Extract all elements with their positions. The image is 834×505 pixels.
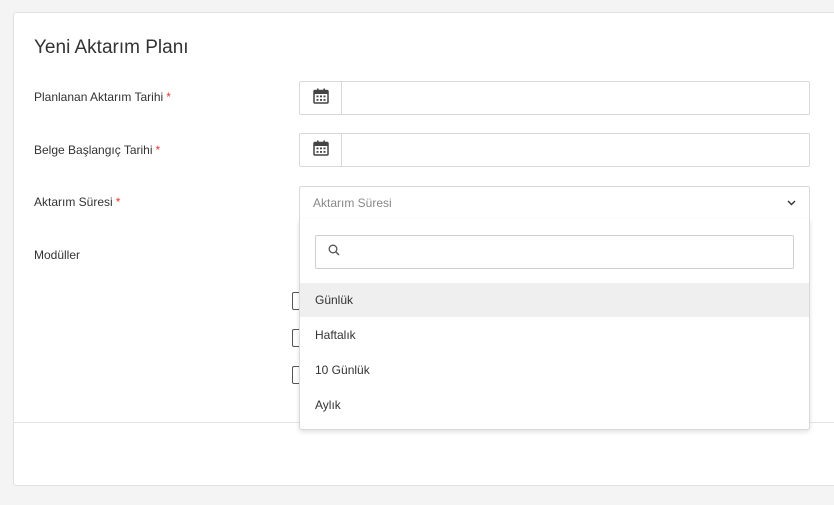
document-start-date-label: Belge Başlangıç Tarihi * bbox=[34, 143, 160, 157]
transfer-period-placeholder: Aktarım Süresi bbox=[313, 196, 392, 210]
planned-date-label: Planlanan Aktarım Tarihi * bbox=[34, 90, 171, 104]
form-card: Yeni Aktarım Planı Planlanan Aktarım Tar… bbox=[13, 12, 834, 486]
dropdown-options: Günlük Haftalık 10 Günlük Aylık bbox=[300, 283, 809, 423]
calendar-icon bbox=[312, 88, 329, 109]
transfer-period-label-text: Aktarım Süresi bbox=[34, 195, 113, 209]
chevron-down-icon bbox=[786, 198, 796, 208]
dropdown-search-box bbox=[315, 235, 794, 269]
dropdown-option-weekly[interactable]: Haftalık bbox=[300, 318, 809, 352]
required-asterisk: * bbox=[166, 90, 171, 104]
planned-date-label-text: Planlanan Aktarım Tarihi bbox=[34, 90, 164, 104]
document-start-date-field bbox=[299, 133, 810, 167]
planned-date-field bbox=[299, 81, 810, 115]
dropdown-option-daily[interactable]: Günlük bbox=[300, 283, 809, 317]
search-icon bbox=[328, 243, 340, 261]
required-asterisk: * bbox=[155, 143, 161, 157]
required-asterisk: * bbox=[115, 195, 121, 209]
dropdown-option-10-days[interactable]: 10 Günlük bbox=[300, 353, 809, 387]
transfer-period-dropdown: Günlük Haftalık 10 Günlük Aylık bbox=[299, 219, 810, 430]
planned-date-calendar-button[interactable] bbox=[300, 82, 342, 114]
planned-date-input[interactable] bbox=[342, 82, 809, 114]
page-title: Yeni Aktarım Planı bbox=[34, 37, 189, 58]
calendar-icon bbox=[312, 140, 329, 161]
document-start-date-label-text: Belge Başlangıç Tarihi bbox=[34, 143, 153, 157]
transfer-period-select[interactable]: Aktarım Süresi bbox=[299, 186, 810, 220]
modules-label: Modüller bbox=[34, 248, 81, 262]
document-start-date-calendar-button[interactable] bbox=[300, 134, 342, 166]
dropdown-search-input[interactable] bbox=[340, 236, 793, 268]
transfer-period-label: Aktarım Süresi * bbox=[34, 195, 120, 209]
document-start-date-input[interactable] bbox=[342, 134, 809, 166]
dropdown-option-monthly[interactable]: Aylık bbox=[300, 388, 809, 422]
